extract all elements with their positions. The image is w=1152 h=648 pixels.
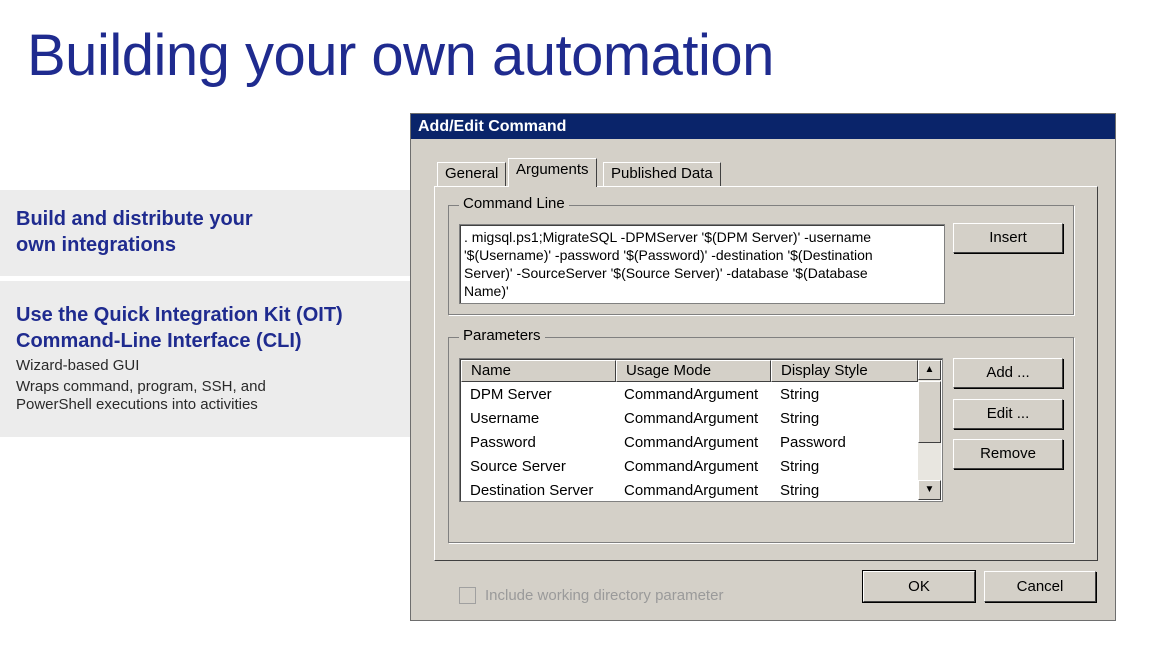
integrations-panel: Build and distribute your own integratio… <box>0 190 410 276</box>
bullet-text: Wraps command, program, SSH, and <box>16 378 266 395</box>
param-name: Source Server <box>470 458 566 475</box>
bullet-text: Wizard-based GUI <box>16 357 140 374</box>
param-name: Destination Server <box>470 482 594 499</box>
add-parameter-button[interactable]: Add ... <box>953 358 1063 388</box>
slide-title: Building your own automation <box>27 23 774 88</box>
bullet-text: PowerShell executions into activities <box>16 396 258 413</box>
command-line-text: '$(Username)' -password '$(Password)' -d… <box>464 247 873 263</box>
parameters-label: Parameters <box>459 327 545 344</box>
arguments-tab-page: Command Line . migsql.ps1;MigrateSQL -DP… <box>434 186 1098 604</box>
command-line-text: Server)' -SourceServer '$(Source Server)… <box>464 265 868 281</box>
column-header-usage-mode[interactable]: Usage Mode <box>616 360 771 382</box>
edit-parameter-button[interactable]: Edit ... <box>953 399 1063 429</box>
remove-parameter-button[interactable]: Remove <box>953 439 1063 469</box>
column-header-name[interactable]: Name <box>461 360 616 382</box>
tab-general[interactable]: General <box>437 162 507 186</box>
command-line-group: Command Line . migsql.ps1;MigrateSQL -DP… <box>448 195 1074 315</box>
cli-panel: Use the Quick Integration Kit (OIT) Comm… <box>0 281 410 437</box>
insert-button[interactable]: Insert <box>953 223 1063 253</box>
command-line-text: . migsql.ps1;MigrateSQL -DPMServer '$(DP… <box>464 229 872 245</box>
add-edit-command-dialog: Add/Edit Command General Arguments Publi… <box>410 113 1116 621</box>
panel-heading-line: Build and distribute your <box>16 208 253 230</box>
panel-heading-line: Command-Line Interface (CLI) <box>16 330 302 352</box>
param-name: Password <box>470 434 536 451</box>
param-name: Username <box>470 410 540 427</box>
param-usage-mode: CommandArgument <box>624 482 759 499</box>
param-display-style: String <box>780 458 820 475</box>
ok-button[interactable]: OK <box>863 571 975 602</box>
param-display-style: String <box>780 386 820 403</box>
tab-arguments[interactable]: Arguments <box>508 158 597 187</box>
panel-heading-line: own integrations <box>16 234 176 256</box>
parameters-group: Parameters Name Usage Mode Display Style… <box>448 327 1074 543</box>
param-display-style: String <box>780 482 820 499</box>
command-line-text: Name)' <box>464 283 509 299</box>
tab-published-data[interactable]: Published Data <box>603 162 721 186</box>
command-line-label: Command Line <box>459 195 569 212</box>
scroll-down-icon[interactable]: ▼ <box>918 480 941 500</box>
cancel-button[interactable]: Cancel <box>984 571 1096 602</box>
include-working-dir-checkbox[interactable] <box>459 587 476 604</box>
param-display-style: Password <box>780 434 846 451</box>
param-usage-mode: CommandArgument <box>624 458 759 475</box>
panel-heading-line: Use the Quick Integration Kit (OIT) <box>16 304 343 326</box>
param-usage-mode: CommandArgument <box>624 410 759 427</box>
dialog-titlebar[interactable]: Add/Edit Command <box>411 114 1115 139</box>
command-line-input[interactable]: . migsql.ps1;MigrateSQL -DPMServer '$(DP… <box>459 224 945 304</box>
scrollbar-thumb[interactable] <box>918 381 941 443</box>
param-display-style: String <box>780 410 820 427</box>
param-usage-mode: CommandArgument <box>624 434 759 451</box>
param-usage-mode: CommandArgument <box>624 386 759 403</box>
param-name: DPM Server <box>470 386 552 403</box>
parameters-scrollbar[interactable]: ▲ ▼ <box>918 360 941 500</box>
include-working-dir-label: Include working directory parameter <box>485 587 724 604</box>
column-header-display-style[interactable]: Display Style <box>771 360 918 382</box>
scroll-up-icon[interactable]: ▲ <box>918 360 941 380</box>
parameters-list[interactable]: Name Usage Mode Display Style DPM Server… <box>459 358 943 502</box>
